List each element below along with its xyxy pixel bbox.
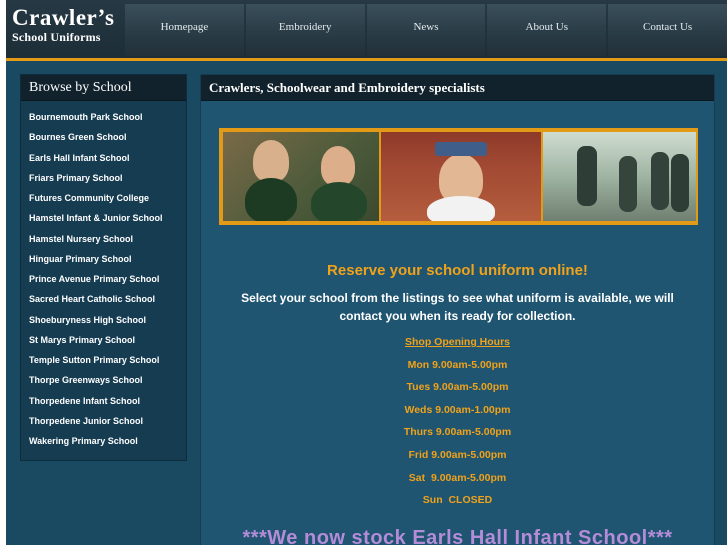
reserve-heading: Reserve your school uniform online! [327,262,588,279]
school-link[interactable]: Prince Avenue Primary School [21,269,186,289]
school-link[interactable]: Thorpedene Junior School [21,411,186,431]
welcome-content: Reserve your school uniform online! Sele… [201,261,714,507]
banner-photo-schoolgirls [543,132,696,221]
school-list: Bournemouth Park School Bournes Green Sc… [21,101,186,451]
school-link[interactable]: Bournemouth Park School [21,107,186,127]
school-link[interactable]: Wakering Primary School [21,431,186,451]
nav-homepage[interactable]: Homepage [125,4,244,56]
main-nav: Homepage Embroidery News About Us Contac… [125,4,727,56]
nav-about-us[interactable]: About Us [487,4,607,56]
hours-wednesday: Weds 9.00am-1.00pm [404,403,511,416]
hours-tuesday: Tues 9.00am-5.00pm [406,381,509,394]
main-title: Crawlers, Schoolwear and Embroidery spec… [201,75,714,101]
nav-news[interactable]: News [366,4,486,56]
school-link[interactable]: Sacred Heart Catholic School [21,289,186,309]
school-link[interactable]: Temple Sutton Primary School [21,350,186,370]
school-link[interactable]: Bournes Green School [21,127,186,147]
site-header: Crawler’s School Uniforms Homepage Embro… [6,0,727,61]
hours-friday: Frid 9.00am-5.00pm [408,448,507,461]
stock-announcement: ***We now stock Earls Hall Infant School… [242,527,673,545]
school-link[interactable]: Hamstel Infant & Junior School [21,208,186,228]
school-link[interactable]: Hinguar Primary School [21,249,186,269]
hours-monday: Mon 9.00am-5.00pm [407,358,508,371]
banner-image [219,128,698,225]
hours-saturday: Sat 9.00am-5.00pm [408,471,507,484]
nav-contact-us[interactable]: Contact Us [608,4,727,56]
site-logo[interactable]: Crawler’s School Uniforms [12,6,124,52]
school-link[interactable]: Friars Primary School [21,168,186,188]
school-link[interactable]: Shoeburyness High School [21,310,186,330]
select-school-text: Select your school from the listings to … [241,291,674,323]
school-link[interactable]: Futures Community College [21,188,186,208]
school-link[interactable]: Thorpe Greenways School [21,370,186,390]
school-link[interactable]: St Marys Primary School [21,330,186,350]
school-link[interactable]: Hamstel Nursery School [21,229,186,249]
hours-thursday: Thurs 9.00am-5.00pm [403,426,512,439]
logo-title: Crawler’s [12,5,115,30]
hours-sunday: Sun CLOSED [422,494,493,507]
page-frame: Crawler’s School Uniforms Homepage Embro… [6,0,727,545]
logo-subtitle: School Uniforms [12,30,101,44]
nav-embroidery[interactable]: Embroidery [245,4,365,56]
banner-photo-children [223,132,379,221]
banner-photo-girl-books [381,132,541,221]
sidebar-title: Browse by School [21,75,186,101]
sidebar-browse-by-school: Browse by School Bournemouth Park School… [20,74,187,461]
main-content: Crawlers, Schoolwear and Embroidery spec… [200,74,715,545]
shop-hours-link[interactable]: Shop Opening Hours [201,335,714,349]
school-link[interactable]: Earls Hall Infant School [21,148,186,168]
school-link[interactable]: Thorpedene Infant School [21,391,186,411]
